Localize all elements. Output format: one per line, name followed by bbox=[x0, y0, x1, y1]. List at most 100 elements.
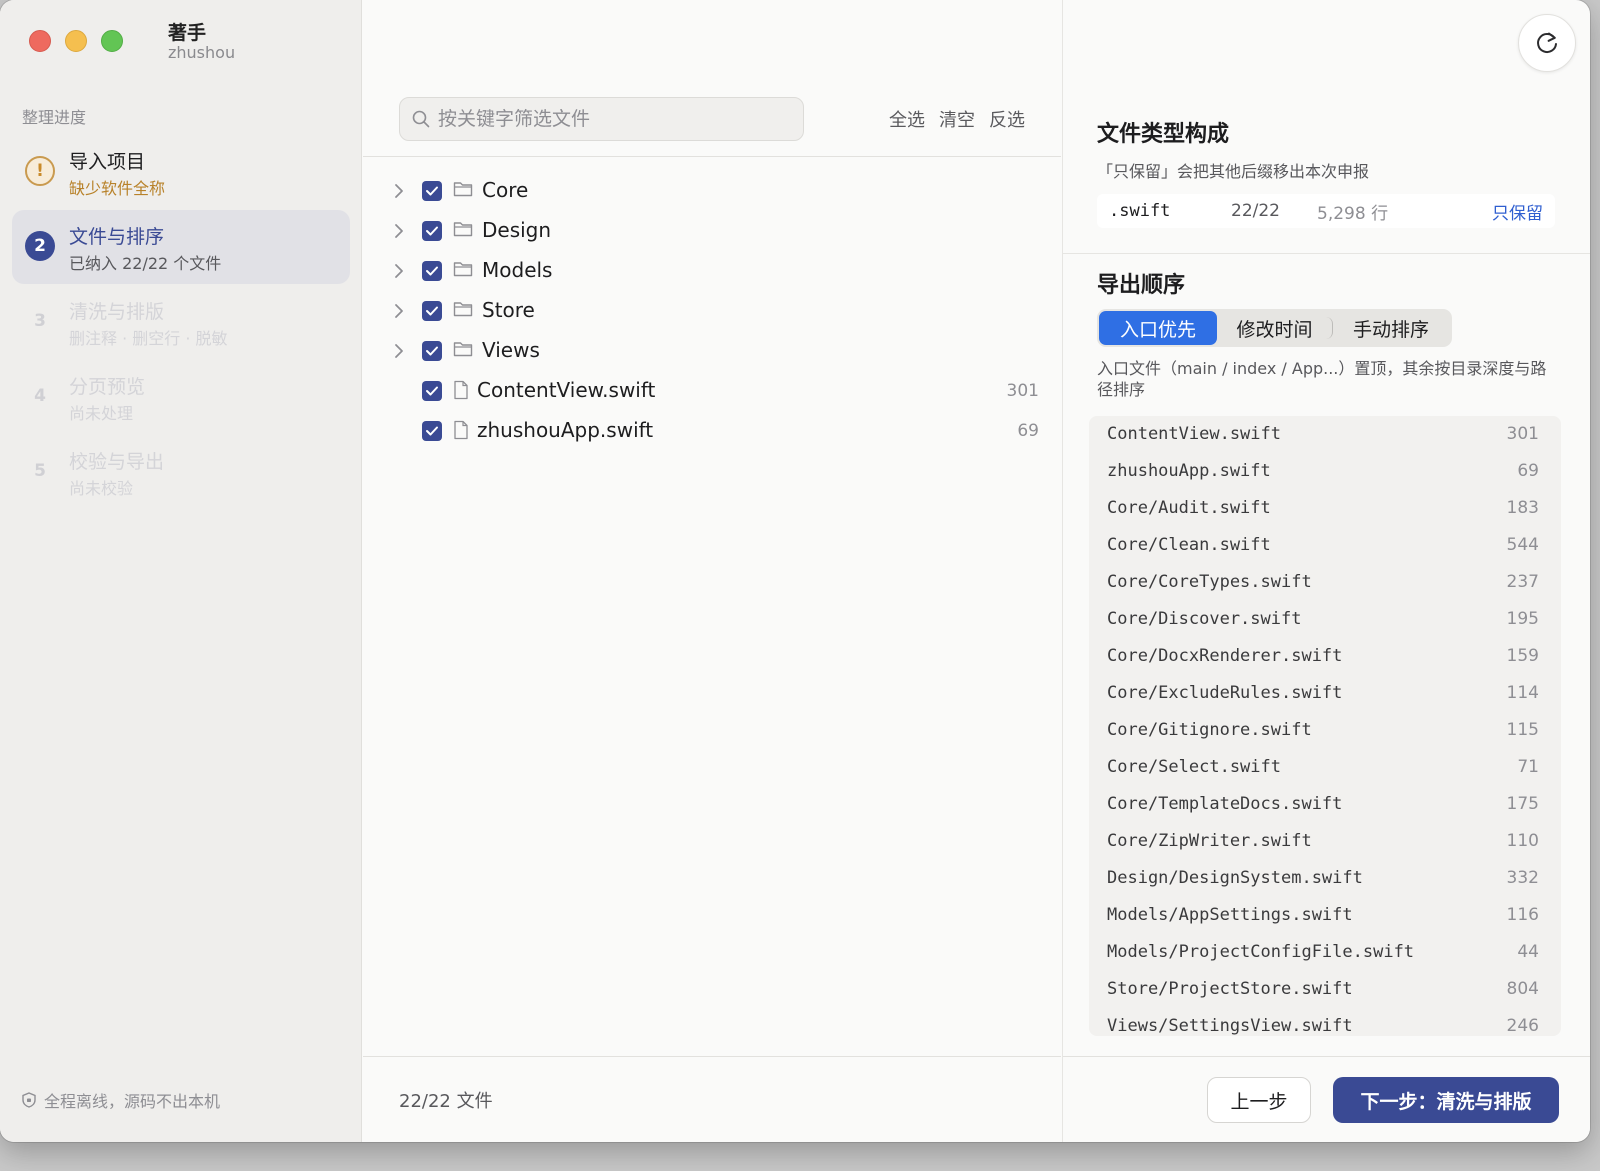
order-description: 入口文件（main / index / App...）置顶，其余按目录深度与路径… bbox=[1097, 359, 1547, 399]
order-list-item[interactable]: zhushouApp.swift 69 bbox=[1089, 453, 1561, 490]
tree-row-folder[interactable]: Views bbox=[363, 331, 1061, 371]
step-number-badge: 3 bbox=[34, 311, 46, 331]
step-import-project[interactable]: ! 导入项目 缺少软件全称 bbox=[12, 135, 350, 209]
tree-item-name: Design bbox=[482, 218, 552, 242]
order-list-item[interactable]: Core/CoreTypes.swift 237 bbox=[1089, 564, 1561, 601]
step-title: 文件与排序 bbox=[69, 226, 165, 248]
order-item-path: Core/Audit.swift bbox=[1107, 498, 1271, 518]
order-item-lines: 332 bbox=[1506, 868, 1539, 888]
tree-row-folder[interactable]: Core bbox=[363, 171, 1061, 211]
order-item-lines: 116 bbox=[1506, 905, 1539, 925]
tab-modified-time[interactable]: 修改时间 bbox=[1217, 317, 1333, 341]
file-type-count: 22/22 bbox=[1231, 201, 1280, 221]
refresh-button[interactable] bbox=[1518, 14, 1576, 72]
order-item-path: Core/ZipWriter.swift bbox=[1107, 831, 1312, 851]
file-type-ext: .swift bbox=[1109, 201, 1171, 221]
step-desc: 尚未处理 bbox=[69, 404, 134, 423]
tree-row-file[interactable]: zhushouApp.swift 69 bbox=[363, 411, 1061, 451]
order-item-lines: 159 bbox=[1506, 646, 1539, 666]
order-list-item[interactable]: Models/ProjectConfigFile.swift 44 bbox=[1089, 934, 1561, 971]
refresh-icon bbox=[1537, 32, 1557, 53]
tree-row-folder[interactable]: Models bbox=[363, 251, 1061, 291]
order-list-item[interactable]: Models/AppSettings.swift 116 bbox=[1089, 897, 1561, 934]
file-icon bbox=[454, 380, 468, 400]
order-list-item[interactable]: Core/Gitignore.swift 115 bbox=[1089, 712, 1561, 749]
keep-only-button[interactable]: 只保留 bbox=[1492, 199, 1543, 224]
folder-icon bbox=[453, 342, 473, 357]
clear-selection-button[interactable]: 清空 bbox=[939, 106, 975, 132]
chevron-right-icon[interactable] bbox=[393, 221, 405, 241]
order-item-path: Store/ProjectStore.swift bbox=[1107, 979, 1353, 999]
checkbox[interactable] bbox=[422, 261, 442, 281]
previous-step-button[interactable]: 上一步 bbox=[1207, 1077, 1311, 1123]
order-item-lines: 115 bbox=[1506, 720, 1539, 740]
invert-selection-button[interactable]: 反选 bbox=[989, 106, 1025, 132]
zoom-window-button[interactable] bbox=[101, 30, 123, 52]
order-item-path: Views/SettingsView.swift bbox=[1107, 1016, 1353, 1036]
checkbox[interactable] bbox=[422, 381, 442, 401]
tab-manual-order[interactable]: 手动排序 bbox=[1333, 311, 1449, 345]
step-title: 导入项目 bbox=[69, 151, 146, 173]
divider bbox=[363, 156, 1061, 157]
next-step-button[interactable]: 下一步：清洗与排版 bbox=[1333, 1077, 1559, 1123]
search-input[interactable] bbox=[438, 108, 778, 130]
file-panel-footer: 22/22 文件 bbox=[363, 1056, 1061, 1142]
select-all-button[interactable]: 全选 bbox=[889, 106, 925, 132]
export-order-list[interactable]: ContentView.swift 301 zhushouApp.swift 69 Co… bbox=[1089, 416, 1561, 1036]
order-item-path: Core/ExcludeRules.swift bbox=[1107, 683, 1343, 703]
order-item-path: Core/Clean.swift bbox=[1107, 535, 1271, 555]
warning-icon: ! bbox=[25, 156, 55, 186]
offline-note: 全程离线，源码不出本机 bbox=[22, 1088, 220, 1112]
tree-row-file[interactable]: ContentView.swift 301 bbox=[363, 371, 1061, 411]
checkbox[interactable] bbox=[422, 181, 442, 201]
tree-row-folder[interactable]: Design bbox=[363, 211, 1061, 251]
composition-subtitle: 「只保留」会把其他后缀移出本次申报 bbox=[1097, 162, 1370, 181]
tree-row-folder[interactable]: Store bbox=[363, 291, 1061, 331]
order-list-item[interactable]: ContentView.swift 301 bbox=[1089, 416, 1561, 453]
app-window: 著手 zhushou 整理进度 ! 导入项目 缺少软件全称 2 文件与排序 已纳… bbox=[0, 0, 1590, 1142]
selection-actions: 全选 清空 反选 bbox=[889, 106, 1025, 132]
chevron-right-icon[interactable] bbox=[393, 261, 405, 281]
order-list-item[interactable]: Core/ExcludeRules.swift 114 bbox=[1089, 675, 1561, 712]
order-list-item[interactable]: Views/SettingsView.swift 246 bbox=[1089, 1008, 1561, 1036]
chevron-right-icon[interactable] bbox=[393, 301, 405, 321]
close-window-button[interactable] bbox=[29, 30, 51, 52]
checkbox[interactable] bbox=[422, 301, 442, 321]
order-list-item[interactable]: Core/Discover.swift 195 bbox=[1089, 601, 1561, 638]
chevron-right-icon[interactable] bbox=[393, 181, 405, 201]
minimize-window-button[interactable] bbox=[65, 30, 87, 52]
step-number-badge: 2 bbox=[25, 231, 55, 261]
chevron-right-icon[interactable] bbox=[393, 341, 405, 361]
order-item-path: Core/TemplateDocs.swift bbox=[1107, 794, 1343, 814]
order-item-lines: 69 bbox=[1517, 461, 1539, 481]
tree-item-count: 69 bbox=[1017, 421, 1039, 441]
order-list-item[interactable]: Core/Audit.swift 183 bbox=[1089, 490, 1561, 527]
order-item-lines: 114 bbox=[1506, 683, 1539, 703]
checkmark-icon bbox=[426, 426, 438, 436]
order-item-lines: 110 bbox=[1506, 831, 1539, 851]
order-list-item[interactable]: Core/Clean.swift 544 bbox=[1089, 527, 1561, 564]
checkbox[interactable] bbox=[422, 341, 442, 361]
step-title: 清洗与排版 bbox=[69, 301, 165, 323]
order-list-item[interactable]: Design/DesignSystem.swift 332 bbox=[1089, 860, 1561, 897]
divider bbox=[1063, 253, 1590, 254]
order-list-item[interactable]: Core/TemplateDocs.swift 175 bbox=[1089, 786, 1561, 823]
order-item-path: Core/Select.swift bbox=[1107, 757, 1281, 777]
order-item-path: zhushouApp.swift bbox=[1107, 461, 1271, 481]
order-list-item[interactable]: Store/ProjectStore.swift 804 bbox=[1089, 971, 1561, 1008]
step-desc: 已纳入 22/22 个文件 bbox=[69, 254, 222, 273]
step-page-preview: 4 分页预览 尚未处理 bbox=[12, 360, 350, 434]
order-list-item[interactable]: Core/DocxRenderer.swift 159 bbox=[1089, 638, 1561, 675]
file-search[interactable] bbox=[399, 97, 804, 141]
checkbox[interactable] bbox=[422, 421, 442, 441]
step-desc: 缺少软件全称 bbox=[69, 179, 166, 198]
file-total-count: 22/22 文件 bbox=[399, 1091, 493, 1112]
tab-entry-first[interactable]: 入口优先 bbox=[1099, 311, 1217, 345]
step-files-order[interactable]: 2 文件与排序 已纳入 22/22 个文件 bbox=[12, 210, 350, 284]
checkbox[interactable] bbox=[422, 221, 442, 241]
order-list-item[interactable]: Core/Select.swift 71 bbox=[1089, 749, 1561, 786]
order-list-item[interactable]: Core/ZipWriter.swift 110 bbox=[1089, 823, 1561, 860]
step-clean-layout: 3 清洗与排版 删注释 · 删空行 · 脱敏 bbox=[12, 285, 350, 359]
step-number-badge: 4 bbox=[34, 386, 46, 406]
composition-title: 文件类型构成 bbox=[1097, 122, 1230, 147]
